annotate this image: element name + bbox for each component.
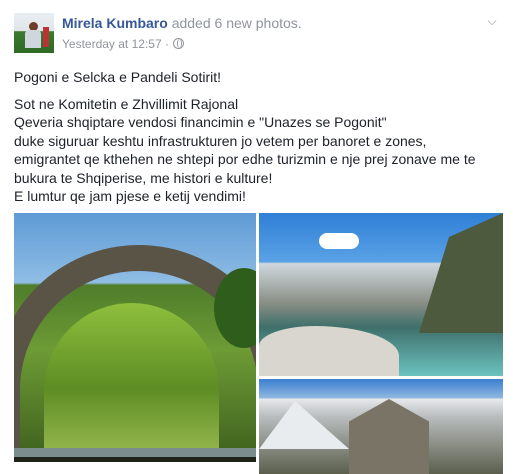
post-text-line: Qeveria shqiptare vendosi financimin e "… [14,114,387,130]
post-meta: Yesterday at 12:57 · [62,36,184,52]
photo-river-canyon[interactable] [259,213,503,376]
post-text-line: duke siguruar keshtu infrastrukturen jo … [14,132,427,149]
post-text-line: emigrantet qe kthehen ne shtepi por edhe… [14,151,476,167]
facebook-post: Mirela Kumbaro added 6 new photos. Yeste… [0,0,513,474]
bridge-arch [14,245,256,462]
globe-icon[interactable] [172,38,184,49]
photo-stone-hut[interactable] [259,379,503,474]
post-action: added 6 new photos. [171,15,302,31]
post-text-line: Sot ne Komitetin e Zhvillimit Rajonal [14,95,239,112]
post-text-line: Pogoni e Selcka e Pandeli Sotirit! [14,69,222,85]
avatar[interactable] [14,13,54,53]
rocks [259,326,399,376]
cloud [319,233,359,249]
cliff [419,213,503,333]
timestamp-link[interactable]: Yesterday at 12:57 · [62,37,169,51]
post-text: Pogoni e Selcka e Pandeli Sotirit! Sot n… [14,68,504,206]
chevron-down-icon[interactable]: ⌵ [485,14,499,28]
post-text-line: E lumtur qe jam pjese e ketij vendimi! [14,188,246,204]
avatar-figure-body [25,30,41,48]
photo-grid [14,213,503,474]
author-link[interactable]: Mirela Kumbaro [62,15,168,31]
avatar-figure-accent [43,27,49,47]
next-photo-edge [14,457,256,462]
snowy-mountain [259,401,349,449]
photo-stone-bridge[interactable] [14,213,256,462]
post-text-line: bukura te Shqiperise, me histori e kultu… [14,169,273,186]
post-header: Mirela Kumbaro added 6 new photos. [62,14,302,32]
stone-hut [349,399,429,474]
